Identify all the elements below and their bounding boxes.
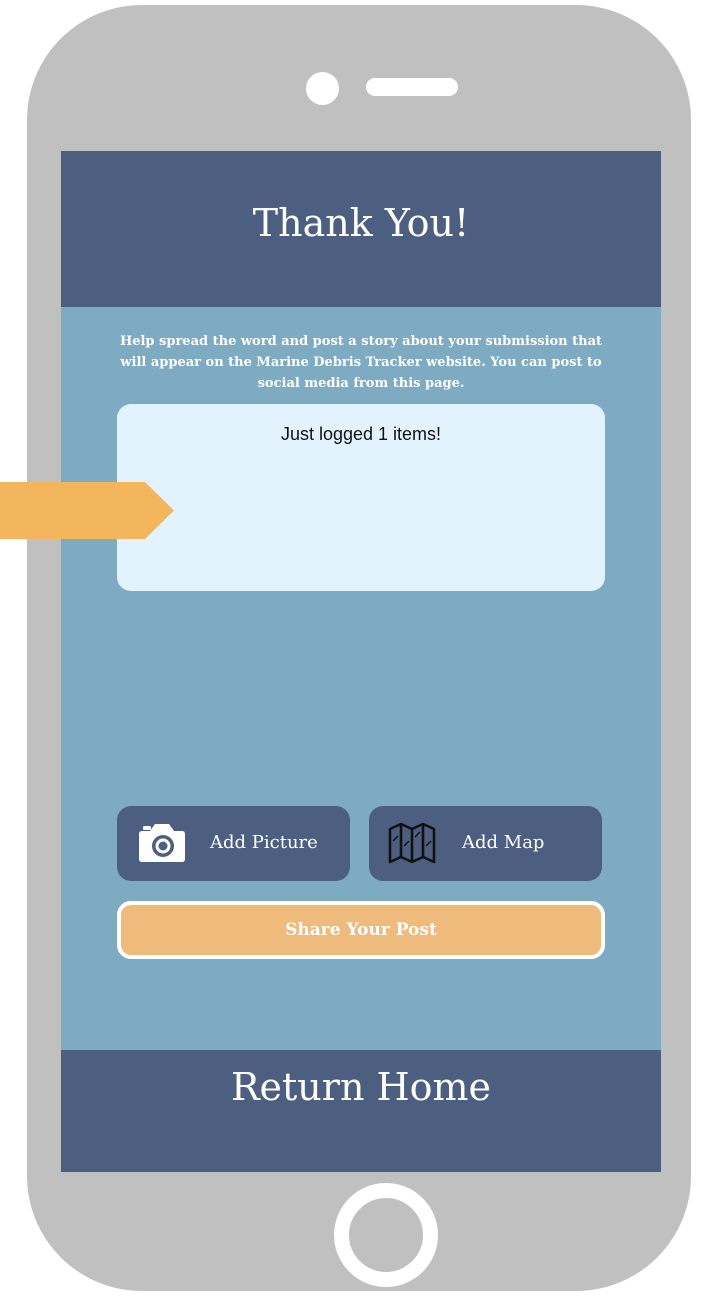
page-title: Thank You! bbox=[252, 201, 470, 245]
mockup-stage: Thank You! Help spread the word and post… bbox=[0, 0, 702, 1297]
map-icon bbox=[388, 822, 436, 864]
home-button[interactable] bbox=[334, 1183, 438, 1287]
content-area: Help spread the word and post a story ab… bbox=[61, 307, 661, 1050]
help-text: Help spread the word and post a story ab… bbox=[119, 334, 603, 391]
camera-icon bbox=[139, 824, 185, 862]
add-picture-button[interactable]: Add Picture bbox=[117, 806, 350, 881]
add-map-button[interactable]: Add Map bbox=[369, 806, 602, 881]
speaker-slot bbox=[366, 78, 458, 96]
front-camera bbox=[306, 72, 339, 105]
header-bar: Thank You! bbox=[61, 151, 661, 307]
return-home-button[interactable]: Return Home bbox=[61, 1050, 661, 1172]
post-text-area[interactable]: Just logged 1 items! bbox=[117, 404, 605, 591]
return-home-label: Return Home bbox=[230, 1065, 492, 1109]
share-post-button[interactable]: Share Your Post bbox=[117, 901, 605, 959]
arrow-right-icon bbox=[0, 482, 174, 539]
share-post-label: Share Your Post bbox=[285, 920, 437, 940]
add-map-label: Add Map bbox=[462, 832, 545, 853]
app-screen: Thank You! Help spread the word and post… bbox=[61, 151, 661, 1172]
add-picture-label: Add Picture bbox=[210, 832, 318, 853]
